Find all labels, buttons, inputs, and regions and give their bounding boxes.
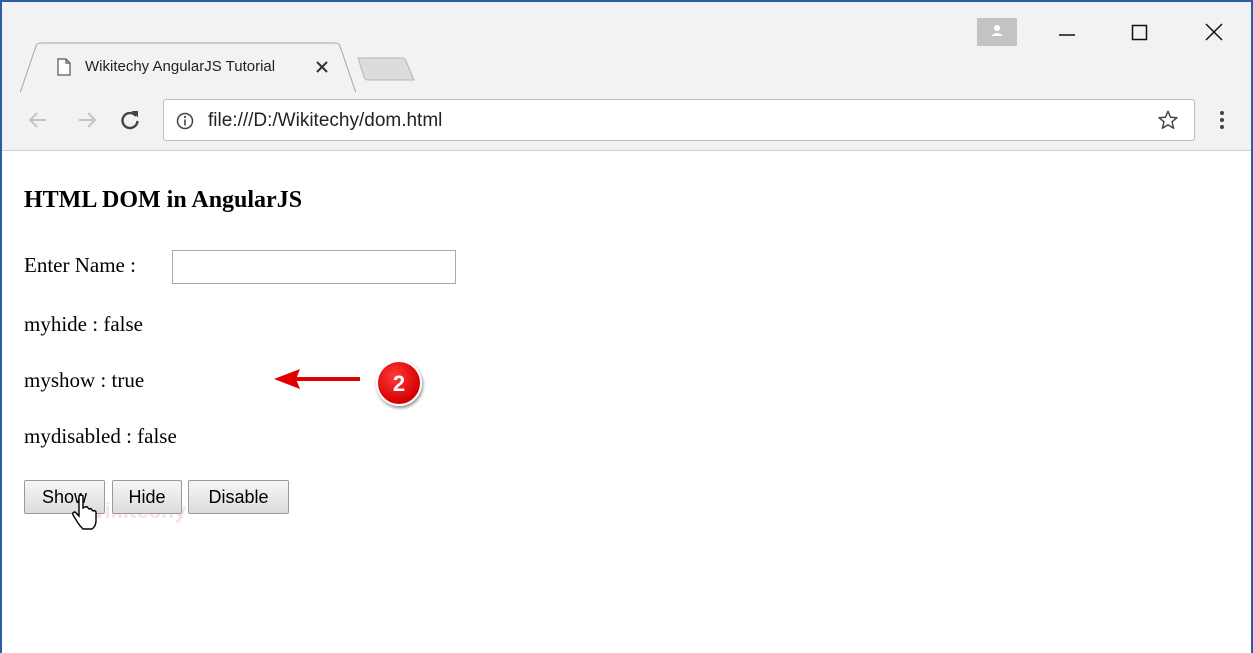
page-icon [57,58,71,76]
maximize-icon[interactable] [1130,22,1150,42]
new-tab-button[interactable] [354,56,418,82]
url-text: file:///D:/Wikitechy/dom.html [208,110,443,131]
info-icon[interactable] [176,112,194,130]
menu-icon[interactable] [1213,108,1231,132]
back-icon[interactable] [27,109,49,131]
disable-button[interactable]: Disable [188,480,289,514]
page-content [4,151,1249,653]
cursor-icon [72,494,97,530]
arrow-icon [274,369,360,389]
page-heading: HTML DOM in AngularJS [24,187,303,213]
tab-title: Wikitechy AngularJS Tutorial [85,58,276,75]
profile-icon [991,25,1003,36]
mydisabled-text: mydisabled : false [24,424,177,448]
forward-icon[interactable] [76,109,98,131]
close-icon[interactable] [315,60,329,74]
hide-button[interactable]: Hide [112,480,182,514]
close-window-icon[interactable] [1204,22,1224,42]
name-label: Enter Name : [24,253,136,277]
browser-window: Wikitechy AngularJS Tutorial file:///D:/… [0,0,1253,653]
minimize-icon[interactable] [1057,22,1077,42]
star-icon[interactable] [1157,109,1179,131]
name-input[interactable] [172,250,456,284]
myshow-text: myshow : true [24,368,145,392]
reload-icon[interactable] [119,109,141,131]
profile-button[interactable] [977,18,1017,46]
myhide-text: myhide : false [24,312,143,336]
step-callout: 2 [376,360,422,406]
